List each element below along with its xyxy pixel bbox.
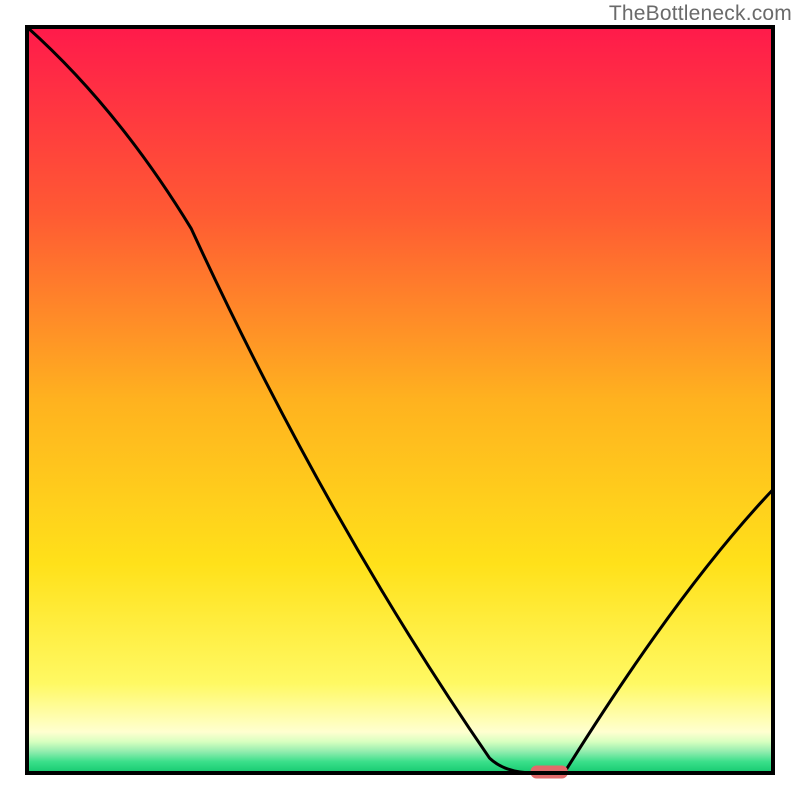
plot-background: [27, 27, 773, 773]
bottleneck-chart: [0, 0, 800, 800]
chart-stage: TheBottleneck.com: [0, 0, 800, 800]
